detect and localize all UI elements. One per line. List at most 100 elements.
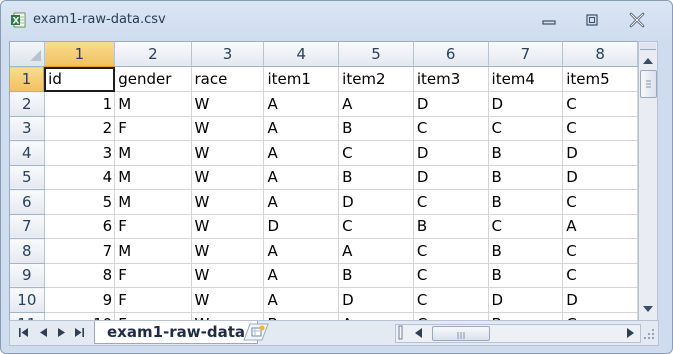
spreadsheet-grid[interactable]: 12345678 1 id gender race item1 item2 item3 ite… xyxy=(9,41,639,321)
column-header[interactable]: 6 xyxy=(413,42,489,67)
cell[interactable]: B xyxy=(338,165,414,190)
cell[interactable]: A xyxy=(263,238,340,264)
cell[interactable]: A xyxy=(263,165,340,190)
select-all-corner[interactable] xyxy=(10,42,45,67)
cell[interactable]: D xyxy=(562,140,638,166)
cell[interactable]: C xyxy=(413,287,489,313)
cell[interactable]: D xyxy=(338,189,414,215)
cell[interactable]: C xyxy=(413,116,489,141)
minimize-button[interactable] xyxy=(536,11,562,29)
new-sheet-icon[interactable] xyxy=(242,323,270,341)
cell[interactable]: 2 xyxy=(44,116,116,141)
cell[interactable]: A xyxy=(263,140,340,166)
cell[interactable]: A xyxy=(263,116,340,141)
cell[interactable]: D xyxy=(338,287,414,313)
scroll-down-button[interactable] xyxy=(641,302,655,316)
cell[interactable]: A xyxy=(263,189,340,215)
cell[interactable]: item5 xyxy=(562,66,638,92)
scroll-left-button[interactable] xyxy=(410,326,426,340)
cell[interactable]: A xyxy=(338,91,414,117)
cell[interactable]: W xyxy=(191,287,265,313)
cell[interactable]: B xyxy=(488,238,564,264)
cell[interactable]: D xyxy=(488,91,564,117)
cell[interactable]: 3 xyxy=(44,140,116,166)
cell[interactable]: C xyxy=(562,91,638,117)
cell[interactable]: D xyxy=(562,165,638,190)
sheet-tab[interactable]: exam1-raw-data xyxy=(94,321,259,344)
cell[interactable]: D xyxy=(562,287,638,313)
row-header[interactable]: 8 xyxy=(10,238,45,264)
cell[interactable]: D xyxy=(413,91,489,117)
row-header[interactable]: 7 xyxy=(10,214,45,239)
column-header[interactable]: 5 xyxy=(338,42,414,67)
cell[interactable]: M xyxy=(114,189,192,215)
row-header[interactable]: 4 xyxy=(10,140,45,166)
cell[interactable]: F xyxy=(114,287,192,313)
cell[interactable]: A xyxy=(338,238,414,264)
restore-button[interactable] xyxy=(579,11,605,29)
column-header[interactable]: 1 xyxy=(44,42,116,68)
cell[interactable]: B xyxy=(488,140,564,166)
close-button[interactable] xyxy=(624,11,650,29)
cell[interactable]: 8 xyxy=(44,263,116,288)
cell[interactable]: id xyxy=(44,66,116,92)
cell[interactable]: item3 xyxy=(413,66,489,92)
cell[interactable]: W xyxy=(191,214,265,239)
cell[interactable]: B xyxy=(413,214,489,239)
horizontal-scrollbar[interactable] xyxy=(395,324,641,343)
cell[interactable]: item4 xyxy=(488,66,564,92)
row-header[interactable]: 6 xyxy=(10,189,45,215)
resize-grip-icon[interactable] xyxy=(643,328,655,340)
cell[interactable]: A xyxy=(562,214,638,239)
cell[interactable]: W xyxy=(191,116,265,141)
horizontal-scroll-thumb[interactable] xyxy=(432,326,490,341)
cell[interactable]: 6 xyxy=(44,214,116,239)
cell[interactable]: gender xyxy=(114,66,192,92)
vertical-scrollbar[interactable] xyxy=(638,41,658,321)
cell[interactable]: F xyxy=(114,263,192,288)
cell[interactable]: B xyxy=(338,116,414,141)
cell[interactable]: M xyxy=(114,140,192,166)
cell[interactable]: M xyxy=(114,91,192,117)
cell[interactable]: M xyxy=(114,165,192,190)
cell[interactable]: C xyxy=(413,189,489,215)
cell[interactable]: W xyxy=(191,189,265,215)
row-header[interactable]: 10 xyxy=(10,287,45,313)
cell[interactable]: B xyxy=(488,263,564,288)
last-sheet-button[interactable] xyxy=(72,325,86,339)
row-header[interactable]: 1 xyxy=(10,66,46,92)
cell[interactable]: 9 xyxy=(44,287,116,313)
cell[interactable]: A xyxy=(263,91,340,117)
cell[interactable]: C xyxy=(562,263,638,288)
vertical-scroll-thumb[interactable] xyxy=(640,70,657,98)
split-handle[interactable] xyxy=(640,43,656,50)
cell[interactable]: W xyxy=(191,140,265,166)
cell[interactable]: F xyxy=(114,214,192,239)
column-header[interactable]: 3 xyxy=(191,42,265,67)
row-header[interactable]: 2 xyxy=(10,91,45,117)
cell[interactable]: B xyxy=(488,189,564,215)
cell[interactable]: item1 xyxy=(263,66,340,92)
cell[interactable]: 4 xyxy=(44,165,116,190)
cell[interactable]: M xyxy=(114,238,192,264)
cell[interactable]: D xyxy=(488,287,564,313)
cell[interactable]: B xyxy=(338,263,414,288)
cell[interactable]: race xyxy=(191,66,265,92)
cell[interactable]: B xyxy=(488,165,564,190)
cell[interactable]: D xyxy=(413,165,489,190)
row-header[interactable]: 5 xyxy=(10,165,45,190)
cell[interactable]: C xyxy=(413,238,489,264)
first-sheet-button[interactable] xyxy=(16,325,30,339)
row-header[interactable]: 3 xyxy=(10,116,45,141)
cell[interactable]: D xyxy=(413,140,489,166)
cell[interactable]: C xyxy=(562,238,638,264)
cell[interactable]: D xyxy=(263,214,340,239)
cell[interactable]: item2 xyxy=(338,66,414,92)
cell[interactable]: 1 xyxy=(44,91,116,117)
previous-sheet-button[interactable] xyxy=(36,325,50,339)
cell[interactable]: W xyxy=(191,165,265,190)
cell[interactable]: A xyxy=(263,287,340,313)
cell[interactable]: F xyxy=(114,116,192,141)
cell[interactable]: C xyxy=(338,140,414,166)
cell[interactable]: 7 xyxy=(44,238,116,264)
